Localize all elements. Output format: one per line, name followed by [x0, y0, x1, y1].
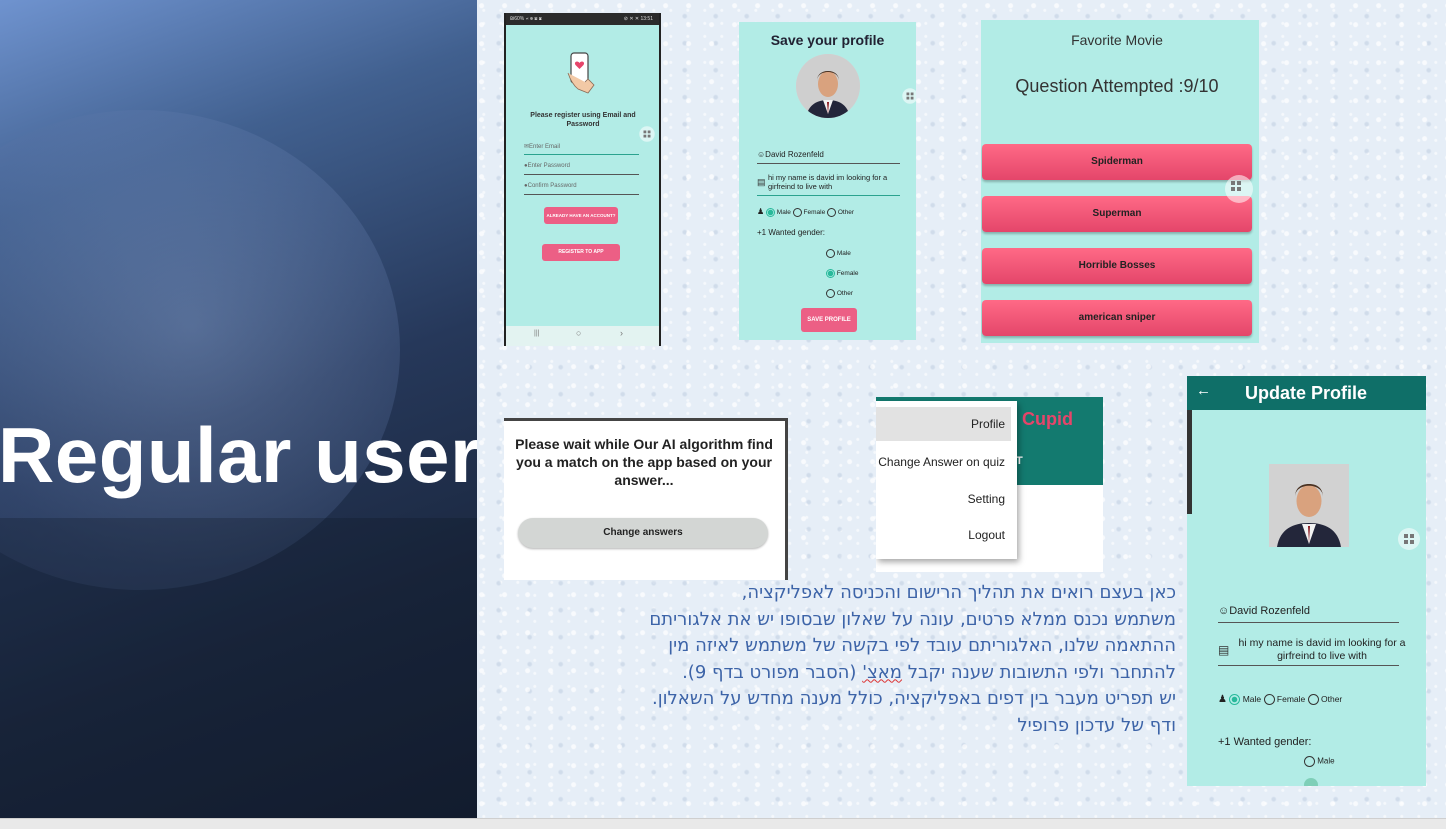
- nav-back-icon[interactable]: ›: [620, 328, 623, 338]
- radio-wanted-other[interactable]: Other: [826, 284, 859, 304]
- assistive-grid-icon[interactable]: [639, 126, 655, 142]
- name-field[interactable]: ☺David Rozenfeld: [757, 150, 824, 159]
- person-icon: ♟: [757, 207, 765, 216]
- menu-item-change-answer[interactable]: Change Answer on quiz: [876, 445, 1011, 479]
- update-profile-title: Update Profile: [1245, 383, 1368, 403]
- android-nav-bar: ||| ○ ›: [506, 326, 659, 346]
- person-portrait-icon: [1269, 464, 1349, 547]
- radio-wanted-female[interactable]: Female: [826, 264, 859, 284]
- confirm-password-field[interactable]: ●Confirm Password: [524, 183, 577, 189]
- bio-field[interactable]: ▤ hi my name is david im looking for a g…: [1218, 637, 1408, 663]
- save-profile-button[interactable]: SAVE PROFILE: [801, 308, 857, 332]
- radio-gender-other[interactable]: [1307, 694, 1319, 706]
- wanted-gender-label: +1 Wanted gender:: [757, 228, 825, 237]
- bio-underline: [757, 195, 900, 196]
- bottom-status-strip: [0, 818, 1446, 829]
- description-line-5: יש תפריט מעבר בין דפים באפליקציה, כולל מ…: [652, 688, 1176, 709]
- profile-photo[interactable]: [1269, 464, 1349, 547]
- decorative-band: [0, 518, 477, 818]
- description-line-3: ההתאמה שלנו, האלגוריתם עובד לפי בקשה של …: [668, 635, 1176, 656]
- smiley-icon: ☺: [757, 150, 766, 159]
- radio-wanted-male[interactable]: Male: [1304, 756, 1335, 767]
- name-field[interactable]: ☺David Rozenfeld: [1218, 605, 1310, 617]
- gender-radio-group: ♟ Male Female Other: [1218, 694, 1343, 706]
- menu-item-setting[interactable]: Setting: [876, 482, 1011, 516]
- nav-recent-icon[interactable]: |||: [534, 330, 539, 337]
- update-header: ← Update Profile: [1187, 376, 1426, 410]
- notebook-icon: ▤: [757, 177, 766, 187]
- already-have-account-button[interactable]: ALREADY HAVE AN ACCOUNT?: [544, 207, 618, 224]
- description-line-2: משתמש נכנס ממלא פרטים, עונה על שאלון שבס…: [649, 608, 1176, 630]
- app-title: Cupid: [1022, 409, 1073, 429]
- description-line-6: ודף של עדכון פרופיל: [1017, 714, 1176, 736]
- register-prompt: Please register using Email and Password: [530, 112, 636, 128]
- status-right: ⊘ ✕ ✕ 13:51: [623, 16, 653, 22]
- window-edge: [1187, 410, 1192, 514]
- status-left: ₪60% ⑁ ⊕ ▣ ▣: [510, 16, 542, 22]
- radio-gender-female[interactable]: [1263, 694, 1275, 706]
- nav-home-icon[interactable]: ○: [576, 328, 581, 338]
- quiz-title: Favorite Movie: [1071, 32, 1163, 48]
- phone-heart-icon: [567, 52, 595, 94]
- assistive-grid-icon[interactable]: [1225, 175, 1253, 203]
- wanted-gender-radio-group: Male Female Other: [826, 244, 859, 304]
- answer-button-2[interactable]: Superman: [982, 196, 1252, 232]
- smiley-icon: ☺: [1218, 605, 1230, 617]
- waiting-screenshot: Please wait while Our AI algorithm find …: [504, 418, 788, 580]
- answer-button-1[interactable]: Spiderman: [982, 144, 1252, 180]
- quiz-screenshot: Favorite Movie Question Attempted :9/10 …: [981, 20, 1259, 343]
- quiz-progress: Question Attempted :9/10: [1015, 76, 1219, 96]
- bio-underline: [1218, 665, 1399, 666]
- name-underline: [1218, 622, 1399, 623]
- assistive-grid-icon[interactable]: [902, 88, 916, 104]
- radio-gender-other[interactable]: [827, 207, 837, 217]
- password-field[interactable]: ●Enter Password: [524, 163, 570, 169]
- notebook-icon: ▤: [1218, 643, 1230, 657]
- menu-item-profile[interactable]: Profile: [876, 407, 1011, 441]
- save-profile-screenshot: Save your profile ☺David Rozenfeld ▤ hi …: [739, 22, 916, 340]
- update-profile-screenshot: ← Update Profile ☺David Rozenfeld ▤ hi m…: [1187, 376, 1426, 786]
- radio-wanted-male[interactable]: Male: [826, 244, 859, 264]
- radio-wanted-female-partial[interactable]: [1304, 778, 1318, 786]
- change-answers-button[interactable]: Change answers: [518, 518, 768, 548]
- hebrew-description: כאן בעצם רואים את תהליך הרישום והכניסה ל…: [500, 580, 1176, 739]
- radio-gender-male[interactable]: [1229, 694, 1241, 706]
- person-icon: ♟: [1218, 694, 1227, 705]
- gender-radio-group: ♟ Male Female Other: [757, 207, 855, 217]
- description-line-4: להתחבר ולפי התשובות שענה יקבל מאצ' (הסבר…: [682, 661, 1176, 683]
- save-profile-title: Save your profile: [770, 32, 885, 48]
- slide-title: Regular user: [0, 411, 477, 499]
- menu-screenshot: Cupid T Profile Change Answer on quiz Se…: [876, 397, 1103, 572]
- profile-avatar[interactable]: [796, 54, 860, 118]
- password-underline: [524, 174, 639, 175]
- email-underline: [524, 154, 639, 155]
- radio-gender-female[interactable]: [792, 207, 802, 217]
- register-button[interactable]: REGISTER TO APP: [542, 244, 620, 261]
- spellcheck-word: מאצ': [862, 661, 903, 683]
- tab-fragment[interactable]: T: [1016, 455, 1023, 467]
- confirm-underline: [524, 194, 639, 195]
- bio-field[interactable]: ▤ hi my name is david im looking for a g…: [757, 173, 907, 191]
- description-line-1: כאן בעצם רואים את תהליך הרישום והכניסה ל…: [741, 582, 1176, 603]
- answer-button-3[interactable]: Horrible Bosses: [982, 248, 1252, 284]
- register-screenshot: ₪60% ⑁ ⊕ ▣ ▣ ⊘ ✕ ✕ 13:51 Please register…: [504, 13, 661, 346]
- email-field[interactable]: ✉Enter Email: [524, 143, 560, 150]
- waiting-message: Please wait while Our AI algorithm find …: [515, 436, 773, 488]
- person-portrait-icon: [796, 54, 860, 118]
- assistive-grid-icon[interactable]: [1398, 528, 1420, 550]
- status-bar: ₪60% ⑁ ⊕ ▣ ▣ ⊘ ✕ ✕ 13:51: [506, 13, 659, 25]
- menu-item-logout[interactable]: Logout: [876, 518, 1011, 552]
- title-panel: Regular user: [0, 0, 477, 818]
- name-underline: [757, 163, 900, 164]
- wanted-gender-label: +1 Wanted gender:: [1218, 736, 1312, 748]
- answer-button-4[interactable]: american sniper: [982, 300, 1252, 336]
- overflow-menu: Profile Change Answer on quiz Setting Lo…: [876, 401, 1017, 559]
- back-arrow-icon[interactable]: ←: [1196, 382, 1211, 399]
- radio-gender-male[interactable]: [765, 207, 775, 217]
